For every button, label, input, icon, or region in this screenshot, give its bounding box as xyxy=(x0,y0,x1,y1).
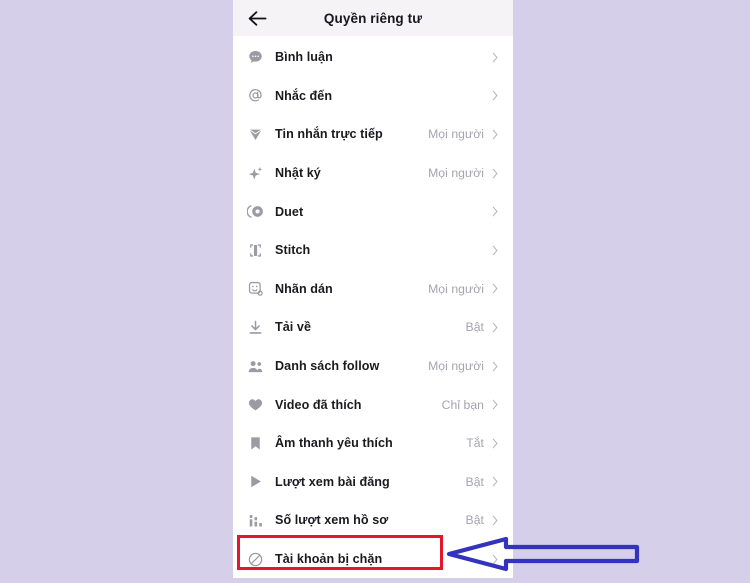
list-item-label: Nhắc đến xyxy=(275,88,333,103)
list-item[interactable]: Số lượt xem hồ sơ Bật xyxy=(233,501,513,540)
download-icon xyxy=(247,319,264,336)
blocked-circle-icon xyxy=(247,551,264,568)
list-item-label: Video đã thích xyxy=(275,397,362,412)
chevron-right-icon xyxy=(491,128,499,141)
chevron-right-icon xyxy=(491,398,499,411)
chevron-right-icon xyxy=(491,282,499,295)
list-item-value: Bật xyxy=(465,320,484,335)
list-item[interactable]: Nhắc đến xyxy=(233,76,513,116)
list-item-value: Chỉ bạn xyxy=(441,397,484,412)
list-item-label: Nhãn dán xyxy=(275,281,333,296)
arrow-left-icon xyxy=(248,10,267,27)
list-item[interactable]: Âm thanh yêu thích Tắt xyxy=(233,423,513,463)
list-item-label: Bình luận xyxy=(275,50,333,65)
chevron-right-icon xyxy=(491,321,499,334)
chevron-right-icon xyxy=(491,437,499,450)
back-button[interactable] xyxy=(241,0,273,36)
list-item-label: Nhật ký xyxy=(275,166,321,181)
bar-chart-icon xyxy=(247,512,264,529)
list-item-value: Bật xyxy=(465,513,484,528)
list-item-label: Duet xyxy=(275,204,304,219)
sparkle-icon xyxy=(247,165,264,182)
chevron-right-icon xyxy=(491,475,499,488)
list-item-label: Danh sách follow xyxy=(275,359,380,374)
comment-bubble-icon xyxy=(247,49,264,66)
list-item[interactable]: Tin nhắn trực tiếp Mọi người xyxy=(233,115,513,154)
chevron-right-icon xyxy=(491,205,499,218)
page-title: Quyền riêng tư xyxy=(323,10,423,26)
chevron-right-icon xyxy=(491,514,499,527)
duet-icon xyxy=(247,203,264,220)
sticker-icon xyxy=(247,280,264,297)
list-item-label: Âm thanh yêu thích xyxy=(275,436,393,451)
people-icon xyxy=(247,358,264,375)
list-item[interactable]: Tải về Bật xyxy=(233,308,513,347)
settings-list: Bình luận Nhắc đến Tin nhắn trực tiếp Mọi n… xyxy=(233,36,513,578)
chevron-right-icon xyxy=(491,553,499,566)
play-triangle-icon xyxy=(247,473,264,490)
list-item-label: Tải về xyxy=(275,320,312,335)
list-item[interactable]: Video đã thích Chỉ bạn xyxy=(233,385,513,424)
list-item[interactable]: Nhật ký Mọi người xyxy=(233,153,513,193)
list-item-label: Lượt xem bài đăng xyxy=(275,474,390,489)
stitch-icon xyxy=(247,242,264,259)
list-item[interactable]: Duet xyxy=(233,192,513,231)
heart-icon xyxy=(247,396,264,413)
list-item-label: Stitch xyxy=(275,243,311,258)
list-item[interactable]: Nhãn dán Mọi người xyxy=(233,269,513,309)
bookmark-icon xyxy=(247,435,264,452)
list-item-value: Mọi người xyxy=(428,127,484,142)
list-item-value: Mọi người xyxy=(428,359,484,374)
list-item[interactable]: Tài khoản bị chặn xyxy=(233,539,513,578)
chevron-right-icon xyxy=(491,244,499,257)
phone-screen-panel: Quyền riêng tư Bình luận Nhắc đến Tin nhắn… xyxy=(233,0,513,578)
list-item-value: Mọi người xyxy=(428,281,484,296)
list-item-value: Bật xyxy=(465,474,484,489)
chevron-right-icon xyxy=(491,89,499,102)
list-item-label: Số lượt xem hồ sơ xyxy=(275,513,389,528)
list-item-label: Tài khoản bị chặn xyxy=(275,552,383,567)
chevron-right-icon xyxy=(491,360,499,373)
chevron-right-icon xyxy=(491,51,499,64)
list-item[interactable]: Stitch xyxy=(233,230,513,270)
list-item-label: Tin nhắn trực tiếp xyxy=(275,127,383,142)
chevron-right-icon xyxy=(491,167,499,180)
paper-plane-icon xyxy=(247,126,264,143)
list-item-value: Tắt xyxy=(466,436,484,451)
app-header: Quyền riêng tư xyxy=(233,0,513,36)
list-item-value: Mọi người xyxy=(428,166,484,181)
list-item[interactable]: Bình luận xyxy=(233,38,513,77)
list-item[interactable]: Lượt xem bài đăng Bật xyxy=(233,462,513,502)
list-item[interactable]: Danh sách follow Mọi người xyxy=(233,346,513,386)
at-mention-icon xyxy=(247,87,264,104)
